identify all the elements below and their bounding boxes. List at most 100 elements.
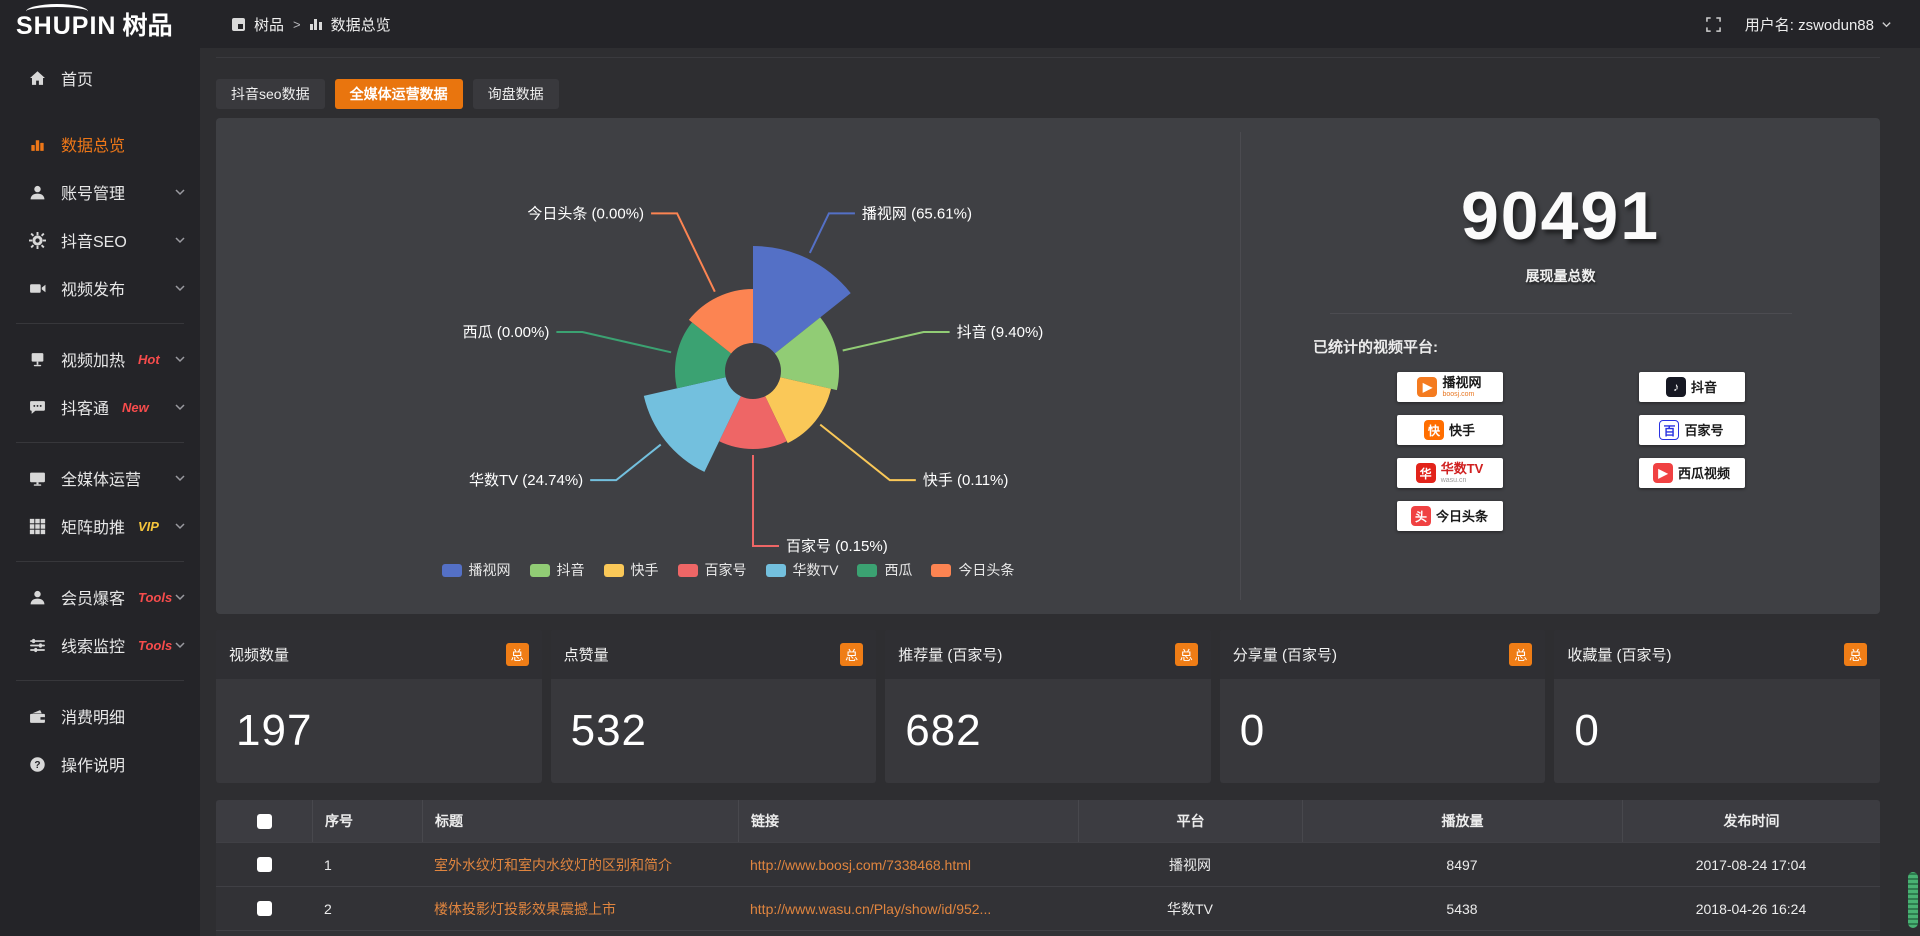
- cell-url-link[interactable]: http://www.wasu.cn/Play/show/id/952...: [738, 901, 1078, 917]
- stat-card-value: 682: [885, 679, 1211, 783]
- sidebar-item-wallet[interactable]: 消费明细: [0, 692, 200, 740]
- sidebar-item-badge: New: [122, 400, 149, 415]
- pie-label-line: [810, 213, 855, 253]
- user-icon: [28, 183, 46, 201]
- stat-card-value: 0: [1554, 679, 1880, 783]
- table-row-clipped: [216, 930, 1880, 936]
- chart-legend: 播视网 抖音 快手 百家号 华数TV 西瓜今日头条: [216, 560, 1240, 580]
- column-header: 发布时间: [1622, 800, 1880, 842]
- chevron-down-icon: [174, 401, 186, 413]
- row-checkbox[interactable]: [257, 901, 272, 916]
- sidebar-item-monitor[interactable]: 全媒体运营: [0, 454, 200, 502]
- breadcrumb-current[interactable]: 数据总览: [331, 14, 391, 35]
- legend-item-百家号[interactable]: 百家号: [678, 560, 747, 580]
- sidebar-item-label: 全媒体运营: [61, 466, 141, 490]
- legend-label: 抖音: [557, 560, 585, 580]
- rose-chart-area: 播视网 (65.61%)抖音 (9.40%)快手 (0.11%)百家号 (0.1…: [216, 118, 1240, 614]
- breadcrumb-root[interactable]: 树品: [254, 14, 284, 35]
- sidebar-divider: [16, 680, 184, 681]
- sidebar-item-label: 抖客通: [61, 395, 109, 419]
- sidebar-item-label: 矩阵助推: [61, 514, 125, 538]
- pie-slice-华数TV[interactable]: [644, 377, 741, 472]
- stat-card-header: 收藏量 (百家号)总: [1554, 630, 1880, 679]
- table-row: 2楼体投影灯投影效果震撼上市http://www.wasu.cn/Play/sh…: [216, 886, 1880, 930]
- legend-label: 华数TV: [793, 560, 839, 580]
- svg-text:?: ?: [34, 759, 40, 770]
- stat-card-header: 点赞量总: [551, 630, 877, 679]
- sidebar-item-label: 消费明细: [61, 704, 125, 728]
- fullscreen-icon[interactable]: [1706, 17, 1721, 32]
- tab-抖音seo数据[interactable]: 抖音seo数据: [216, 79, 325, 109]
- sidebar-item-heat[interactable]: 视频加热Hot: [0, 335, 200, 383]
- sidebar-item-label: 账号管理: [61, 180, 125, 204]
- summary-area: 90491 展现量总数 已统计的视频平台: ▶播视网boosj.com快快手华华…: [1241, 118, 1880, 614]
- stat-card-推荐量 (百家号): 推荐量 (百家号)总682: [885, 630, 1211, 783]
- sidebar-item-member[interactable]: 会员爆客Tools: [0, 573, 200, 621]
- stat-card-header: 视频数量总: [216, 630, 542, 679]
- videos-table: 序号标题链接平台播放量发布时间1室外水纹灯和室内水纹灯的区别和简介http://…: [216, 800, 1880, 936]
- sliders-icon: [28, 636, 46, 654]
- legend-swatch: [766, 564, 786, 577]
- tab-全媒体运营数据[interactable]: 全媒体运营数据: [335, 79, 463, 109]
- total-badge: 总: [1509, 643, 1532, 666]
- select-all-checkbox[interactable]: [257, 814, 272, 829]
- legend-label: 快手: [631, 560, 659, 580]
- sidebar-item-grid[interactable]: 矩阵助推 VIP: [0, 502, 200, 550]
- app-logo: SHUPIN 树品: [0, 6, 200, 42]
- sidebar-item-question[interactable]: ?操作说明: [0, 740, 200, 788]
- stat-card-header: 推荐量 (百家号)总: [885, 630, 1211, 679]
- tab-询盘数据[interactable]: 询盘数据: [473, 79, 559, 109]
- stat-card-header: 分享量 (百家号) 总: [1220, 630, 1546, 679]
- legend-swatch: [931, 564, 951, 577]
- total-badge: 总: [840, 643, 863, 666]
- username: 用户名: zswodun88: [1745, 14, 1874, 35]
- platform-column: ♪抖音百百家号 ▶西瓜视频: [1639, 372, 1745, 531]
- legend-item-抖音[interactable]: 抖音: [530, 560, 585, 580]
- legend-item-西瓜[interactable]: 西瓜: [857, 560, 912, 580]
- sidebar-item-badge: Hot: [138, 352, 160, 367]
- sidebar-item-video[interactable]: 视频发布: [0, 264, 200, 312]
- sidebar-item-chart[interactable]: 数据总览: [0, 120, 200, 168]
- chevron-down-icon: [1881, 19, 1892, 30]
- column-header: 序号: [312, 800, 422, 842]
- legend-label: 播视网: [469, 560, 511, 580]
- sidebar-item-home[interactable]: 首页: [0, 54, 200, 102]
- sidebar-item-gear[interactable]: 抖音SEO: [0, 216, 200, 264]
- platform-name: 百家号: [1684, 424, 1723, 437]
- scrollbar-thumb[interactable]: [1908, 872, 1918, 928]
- legend-swatch: [442, 564, 462, 577]
- cell-title-link[interactable]: 楼体投影灯投影效果震撼上市: [422, 899, 738, 919]
- platform-subtext: boosj.com: [1442, 391, 1481, 398]
- legend-item-今日头条[interactable]: 今日头条: [931, 560, 1014, 580]
- sidebar-item-chat[interactable]: 抖客通 New: [0, 383, 200, 431]
- cell-url-link[interactable]: http://www.boosj.com/7338468.html: [738, 857, 1078, 873]
- platform-badge-抖音: ♪抖音: [1639, 372, 1745, 402]
- logo-text-cn: 树品: [122, 6, 172, 42]
- platform-badge-西瓜视频: ▶西瓜视频: [1639, 458, 1745, 488]
- baijiahao-icon: 百: [1659, 420, 1679, 440]
- sidebar-item-sliders[interactable]: 线索监控Tools: [0, 621, 200, 669]
- toutiao-icon: 头: [1411, 506, 1431, 526]
- row-checkbox[interactable]: [257, 857, 272, 872]
- total-impressions-label: 展现量总数: [1526, 266, 1596, 286]
- pie-label-抖音: 抖音 (9.40%): [957, 324, 1044, 341]
- legend-item-快手[interactable]: 快手: [604, 560, 659, 580]
- legend-item-华数TV[interactable]: 华数TV: [766, 560, 839, 580]
- cell-title-link[interactable]: 室外水纹灯和室内水纹灯的区别和简介: [422, 855, 738, 875]
- chevron-down-icon: [174, 186, 186, 198]
- pie-label-line: [556, 332, 671, 352]
- cell-platform: 播视网: [1078, 855, 1302, 875]
- column-header: 链接: [738, 800, 1078, 842]
- topbar: SHUPIN 树品 树品 > 数据总览 用户名: zswodun88: [0, 0, 1920, 48]
- sidebar-item-label: 抖音SEO: [61, 228, 127, 252]
- breadcrumb: 树品 > 数据总览: [232, 14, 391, 35]
- user-menu[interactable]: 用户名: zswodun88: [1745, 14, 1892, 35]
- bar-chart-icon: [310, 18, 322, 30]
- stat-card-value: 532: [551, 679, 877, 783]
- legend-item-播视网[interactable]: 播视网: [442, 560, 511, 580]
- sidebar-item-badge: VIP: [138, 519, 159, 534]
- stat-card-title: 分享量 (百家号): [1233, 644, 1337, 665]
- total-badge: 总: [1844, 643, 1867, 666]
- legend-label: 百家号: [705, 560, 747, 580]
- sidebar-item-user[interactable]: 账号管理: [0, 168, 200, 216]
